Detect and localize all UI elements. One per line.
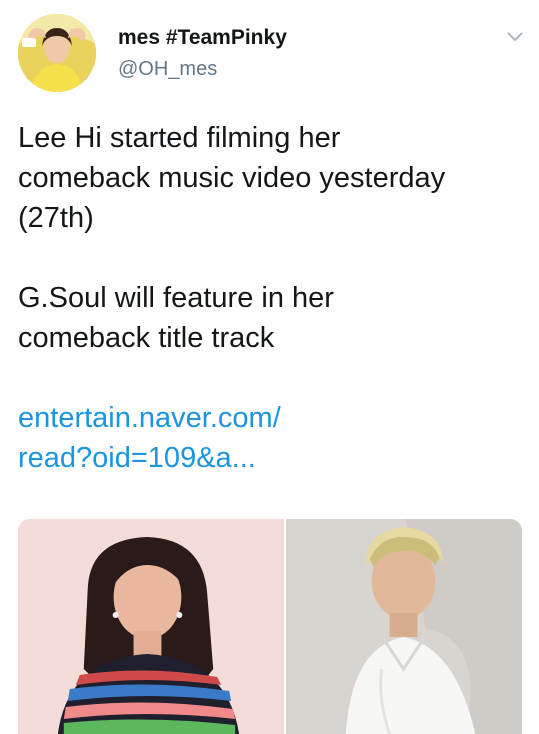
media-photo-left[interactable] <box>18 519 284 734</box>
media-grid <box>18 519 522 734</box>
display-name[interactable]: mes #TeamPinky <box>118 26 287 50</box>
tweet-paragraph: Lee Hi started filming her comeback musi… <box>18 118 523 238</box>
tweet-line: G.Soul will feature in her <box>18 282 334 314</box>
username-handle[interactable]: @OH_mes <box>118 58 217 81</box>
tweet-link-line[interactable]: read?oid=109&a... <box>18 442 256 474</box>
man-photo <box>285 519 522 734</box>
woman-photo <box>18 519 284 734</box>
tweet-line: comeback title track <box>18 322 275 354</box>
chevron-down-icon <box>507 32 523 41</box>
tweet-text: Lee Hi started filming her comeback musi… <box>18 118 523 478</box>
tweet-line: comeback music video yesterday <box>18 162 446 194</box>
tweet: mes #TeamPinky @OH_mes Lee Hi started fi… <box>0 0 539 734</box>
more-options-button[interactable] <box>504 26 526 48</box>
avatar[interactable] <box>18 14 96 92</box>
media-photo-right[interactable] <box>285 519 522 734</box>
tweet-line: (27th) <box>18 202 94 234</box>
tweet-link[interactable]: entertain.naver.com/ read?oid=109&a... <box>18 398 523 478</box>
tweet-paragraph: G.Soul will feature in her comeback titl… <box>18 278 523 358</box>
tweet-line: Lee Hi started filming her <box>18 122 341 154</box>
avatar-photo <box>18 14 96 92</box>
tweet-link-line[interactable]: entertain.naver.com/ <box>18 402 281 434</box>
